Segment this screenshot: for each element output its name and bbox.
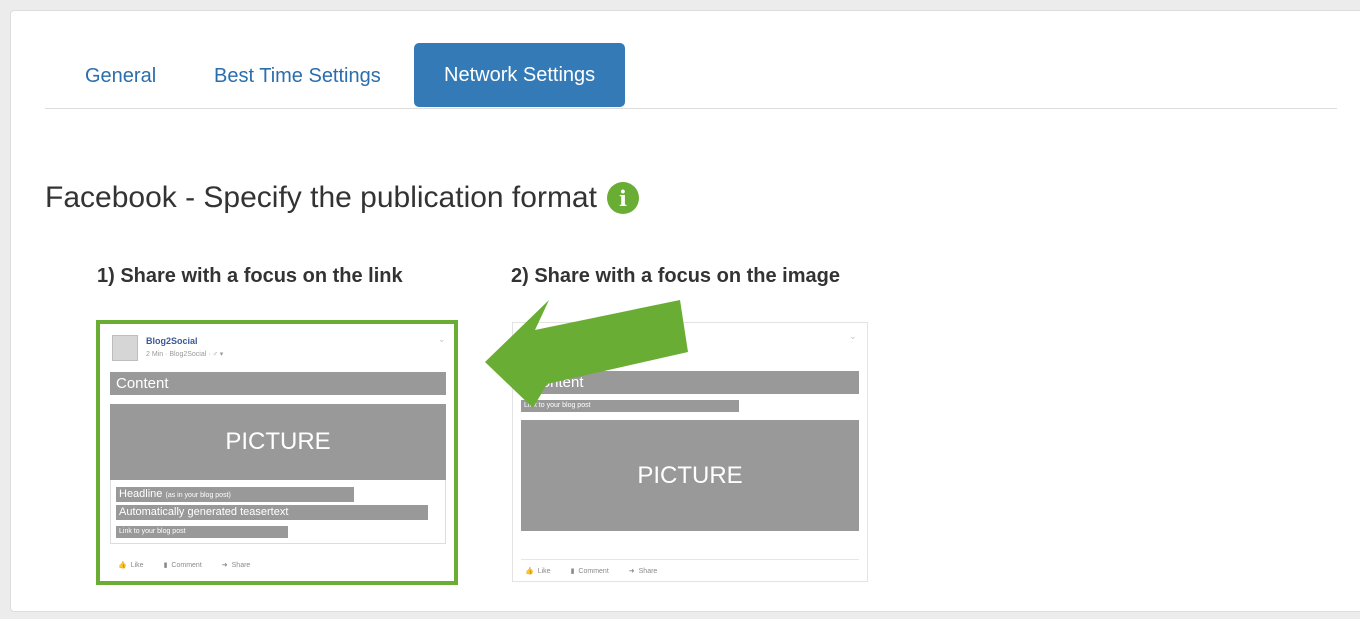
content-placeholder: Content — [110, 372, 446, 395]
pointer-arrow-icon — [485, 300, 688, 408]
post-meta: 2 Min · Blog2Social · ♂ ▾ — [146, 351, 224, 358]
tab-general[interactable]: General — [55, 43, 186, 109]
comment-icon: ▮ — [570, 568, 575, 575]
headline-note: (as in your blog post) — [165, 492, 231, 499]
divider — [521, 559, 859, 560]
picture-placeholder: PICTURE — [110, 404, 446, 480]
section-title: Facebook - Specify the publication forma… — [45, 181, 597, 214]
option-link-label: 1) Share with a focus on the link — [97, 265, 403, 287]
thumb-icon: 👍 — [525, 568, 534, 575]
comment-action: ▮ Comment — [163, 561, 202, 570]
page-name: Blog2Social — [146, 336, 198, 346]
comment-icon: ▮ — [163, 562, 168, 569]
tab-network-settings[interactable]: Network Settings — [414, 43, 626, 107]
option-link-preview[interactable]: Blog2Social 2 Min · Blog2Social · ♂ ▾ ⌄ … — [96, 320, 458, 585]
like-action: 👍 Like — [525, 567, 551, 576]
like-action: 👍 Like — [118, 561, 144, 570]
share-icon: ➜ — [221, 562, 228, 569]
share-action: ➜ Share — [221, 561, 251, 570]
tab-best-time-settings[interactable]: Best Time Settings — [184, 43, 411, 109]
avatar — [112, 335, 138, 361]
share-action: ➜ Share — [628, 567, 658, 576]
share-icon: ➜ — [628, 568, 635, 575]
settings-tabs: General Best Time Settings Network Setti… — [45, 43, 1337, 109]
headline-text: Headline — [119, 488, 163, 500]
comment-action: ▮ Comment — [570, 567, 609, 576]
section-heading: Facebook - Specify the publication forma… — [45, 181, 639, 215]
chevron-down-icon: ⌄ — [849, 331, 857, 341]
teaser-placeholder: Automatically generated teasertext — [116, 505, 428, 520]
link-placeholder: Link to your blog post — [116, 526, 288, 538]
thumb-icon: 👍 — [118, 562, 127, 569]
chevron-down-icon: ⌄ — [438, 334, 446, 344]
picture-placeholder: PICTURE — [521, 420, 859, 531]
post-actions: 👍 Like ▮ Comment ➜ Share — [525, 567, 658, 576]
post-actions: 👍 Like ▮ Comment ➜ Share — [118, 561, 251, 570]
headline-placeholder: Headline (as in your blog post) — [116, 487, 354, 502]
option-image-label: 2) Share with a focus on the image — [511, 265, 840, 287]
info-icon[interactable]: i — [606, 182, 639, 214]
